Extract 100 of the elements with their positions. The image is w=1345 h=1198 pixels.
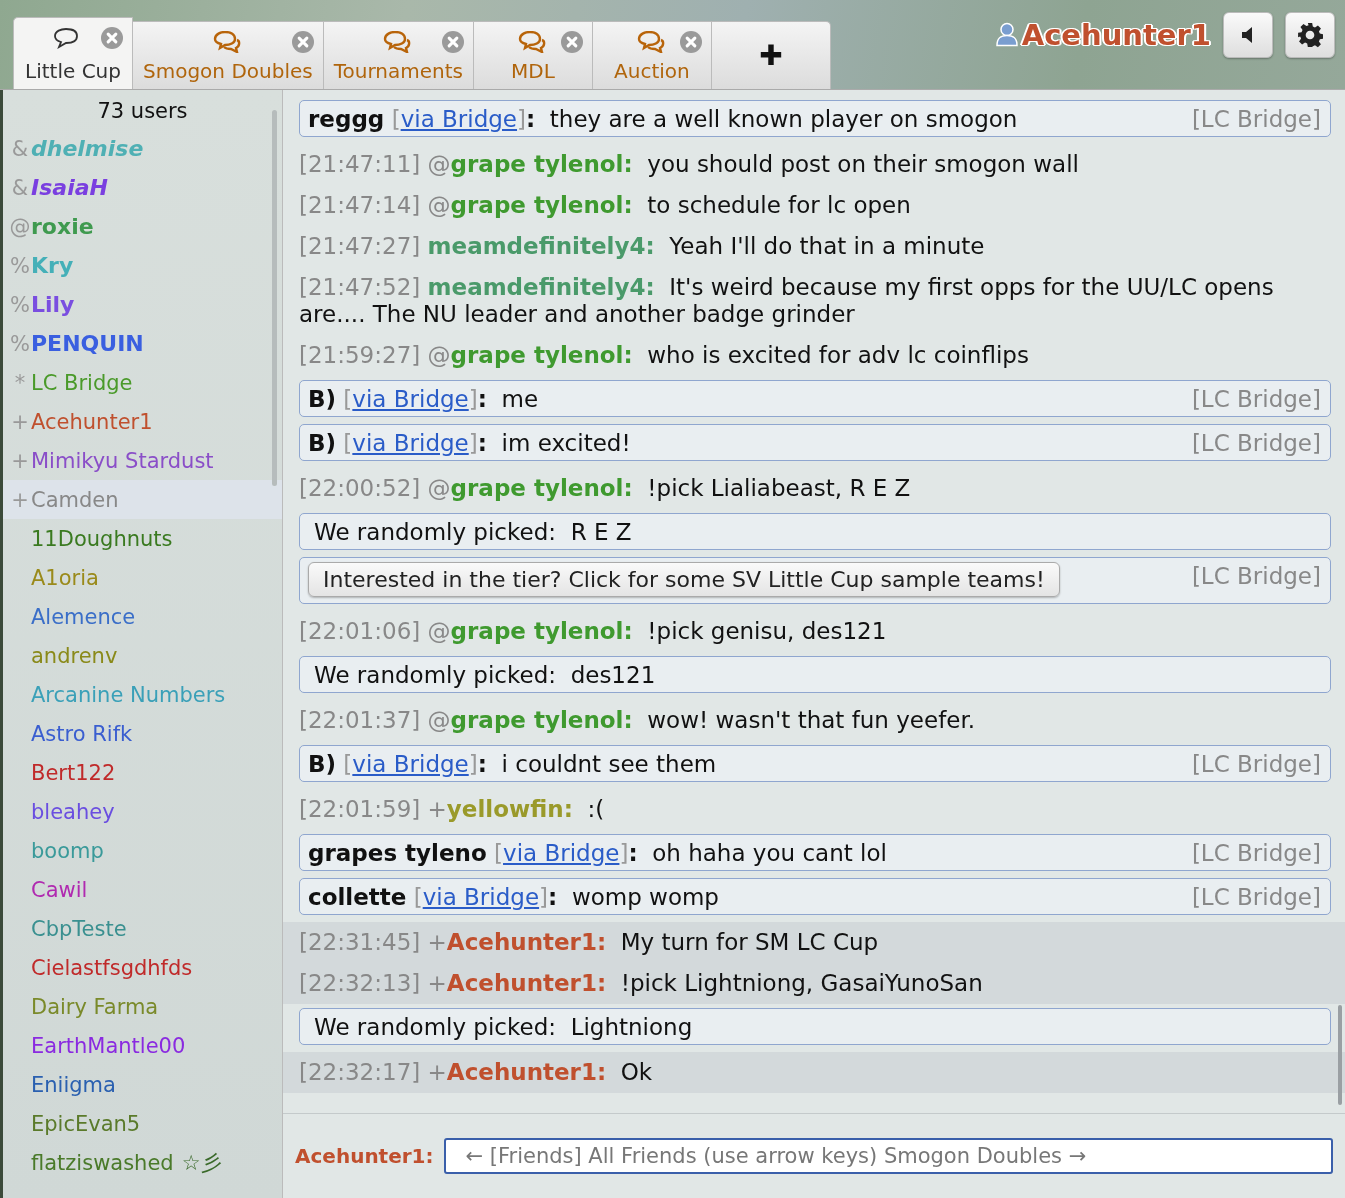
user-rank: + <box>10 448 30 473</box>
user-list-item[interactable]: %PENQUIN <box>3 324 282 363</box>
message-text: B) [via Bridge]: im excited! <box>308 429 631 457</box>
user-list-item[interactable]: Cawil <box>3 870 282 909</box>
username[interactable]: Acehunter1 <box>1021 17 1211 52</box>
result-text: We randomly picked: R E Z <box>314 518 632 546</box>
close-icon[interactable] <box>101 27 123 49</box>
room-tab[interactable]: Auction <box>591 21 712 89</box>
chat-message: [21:47:27] meamdefinitely4: Yeah I'll do that in a minute <box>298 232 986 261</box>
user-name: Astro Rifk <box>31 721 133 746</box>
user-name: EpicEvan5 <box>31 1111 141 1136</box>
close-icon[interactable] <box>441 31 464 53</box>
message-input[interactable]: ← [Friends] All Friends (use arrow keys) Smogon Doubles → <box>443 1138 1333 1174</box>
user-name: IsaiaH <box>31 175 108 200</box>
close-icon[interactable] <box>291 31 314 53</box>
chat-message: [22:32:13] +Acehunter1: !pick Lightniong, GasaiYunoSan <box>283 963 1345 1004</box>
source-tag: [LC Bridge] <box>1191 105 1321 133</box>
chat-message: [21:47:14] @grape tylenol: to schedule for lc open <box>298 191 912 220</box>
room-tab[interactable]: MDL <box>472 21 593 89</box>
user-name: A1oria <box>31 565 99 590</box>
settings-icon <box>1297 21 1323 48</box>
user-status-text: ☆彡 <box>181 1149 222 1177</box>
user-rank: & <box>10 136 30 161</box>
user-list-item[interactable]: * LC Bridge <box>3 363 282 402</box>
user-list-item[interactable]: Cielastfsgdhfds <box>3 948 282 987</box>
user-name: Alemence <box>31 604 136 629</box>
message-text: B) [via Bridge]: me <box>308 385 539 413</box>
source-tag: [LC Bridge] <box>1191 839 1321 867</box>
user-name: Bert122 <box>31 760 116 785</box>
user-rank: % <box>9 292 31 317</box>
source-tag: [LC Bridge] <box>1191 429 1321 457</box>
user-list-item[interactable]: flatziswashed ☆彡 <box>3 1143 282 1182</box>
user-name: Eniigma <box>31 1072 116 1097</box>
user-list-item[interactable]: Dairy Farma <box>3 987 282 1026</box>
user-list-item[interactable]: Arcanine Numbers <box>3 675 282 714</box>
chat-bubbles-icon <box>635 31 666 53</box>
user-name: Cielastfsgdhfds <box>31 955 193 980</box>
user-list-item[interactable]: %Kry <box>3 246 282 285</box>
room-tab[interactable]: Little Cup <box>13 17 133 89</box>
chat-message: [21:47:11] @grape tylenol: you should post on their smogon wall <box>298 150 1080 179</box>
sound-button[interactable] <box>1223 11 1273 58</box>
result-text: We randomly picked: Lightniong <box>314 1013 693 1041</box>
user-list-item[interactable]: A1oria <box>3 558 282 597</box>
user-list-item[interactable]: EarthMantle00 <box>3 1026 282 1065</box>
chat-message: [22:01:59] +yellowfin: :( <box>298 795 606 824</box>
user-count: 73 users <box>96 98 189 125</box>
user-list-item[interactable]: Eniigma <box>3 1065 282 1104</box>
chat-bubbles-icon <box>211 31 242 53</box>
composer-username: Acehunter1: <box>295 1144 434 1168</box>
user-list-item[interactable]: &IsaiaH <box>3 168 282 207</box>
source-tag: [LC Bridge] <box>1191 562 1321 590</box>
scrollbar-thumb[interactable] <box>1338 1005 1342 1105</box>
sample-teams-button[interactable]: Interested in the tier? Click for some SV Little Cup sample teams! <box>308 562 1060 597</box>
user-rank: @ <box>9 214 31 239</box>
user-icon <box>995 22 1018 47</box>
user-name: PENQUIN <box>31 331 144 356</box>
user-rank: * <box>13 370 27 395</box>
user-list-item[interactable]: 11Doughnuts <box>3 519 282 558</box>
user-name: Camden <box>31 487 119 512</box>
user-list-item[interactable]: +Acehunter1 <box>3 402 282 441</box>
user-rank: + <box>10 487 30 512</box>
user-list-item[interactable]: &dhelmise <box>3 129 282 168</box>
user-list-item[interactable]: Astro Rifk <box>3 714 282 753</box>
user-rank: % <box>9 253 31 278</box>
user-list-item[interactable]: +Camden <box>3 480 282 519</box>
user-list-item[interactable]: Bert122 <box>3 753 282 792</box>
chat-message: [22:32:17] +Acehunter1: Ok <box>283 1052 1345 1093</box>
user-list-item[interactable]: Alemence <box>3 597 282 636</box>
user-name: 11Doughnuts <box>31 526 173 551</box>
user-name: roxie <box>31 214 94 239</box>
settings-button[interactable] <box>1285 11 1335 58</box>
user-list-item[interactable]: andrenv <box>3 636 282 675</box>
user-list-item[interactable]: +Mimikyu Stardust <box>3 441 282 480</box>
user-name: andrenv <box>31 643 118 668</box>
room-tab[interactable]: Tournaments <box>322 21 474 89</box>
user-name: CbpTeste <box>31 916 127 941</box>
chat-message: [22:01:06] @grape tylenol: !pick genisu, des121 <box>298 617 888 646</box>
user-name: bleahey <box>31 799 115 824</box>
close-icon[interactable] <box>679 31 702 53</box>
user-list-item[interactable]: boomp <box>3 831 282 870</box>
new-tab-button[interactable]: ✚ <box>710 21 831 89</box>
user-name: Lily <box>31 292 75 317</box>
scrollbar-thumb[interactable] <box>272 110 277 486</box>
user-name: Mimikyu Stardust <box>31 448 214 473</box>
user-list-item[interactable]: CbpTeste <box>3 909 282 948</box>
user-rank: + <box>10 409 30 434</box>
user-name: flatziswashed <box>31 1150 174 1175</box>
user-rank: & <box>10 175 30 200</box>
user-list-item[interactable]: @roxie <box>3 207 282 246</box>
chat-bubbles-icon <box>516 31 547 53</box>
close-icon[interactable] <box>560 31 583 53</box>
chat-message: [22:31:45] +Acehunter1: My turn for SM LC Cup <box>283 922 1345 963</box>
result-text: We randomly picked: des121 <box>314 661 656 689</box>
user-list-item[interactable]: bleahey <box>3 792 282 831</box>
chat-message: [21:59:27] @grape tylenol: who is excited for adv lc coinflips <box>298 341 1030 370</box>
user-list-item[interactable]: %Lily <box>3 285 282 324</box>
message-text: B) [via Bridge]: i couldnt see them <box>308 750 717 778</box>
user-list-item[interactable]: EpicEvan5 <box>3 1104 282 1143</box>
user-name: Cawil <box>31 877 88 902</box>
room-tab[interactable]: Smogon Doubles <box>132 21 324 89</box>
